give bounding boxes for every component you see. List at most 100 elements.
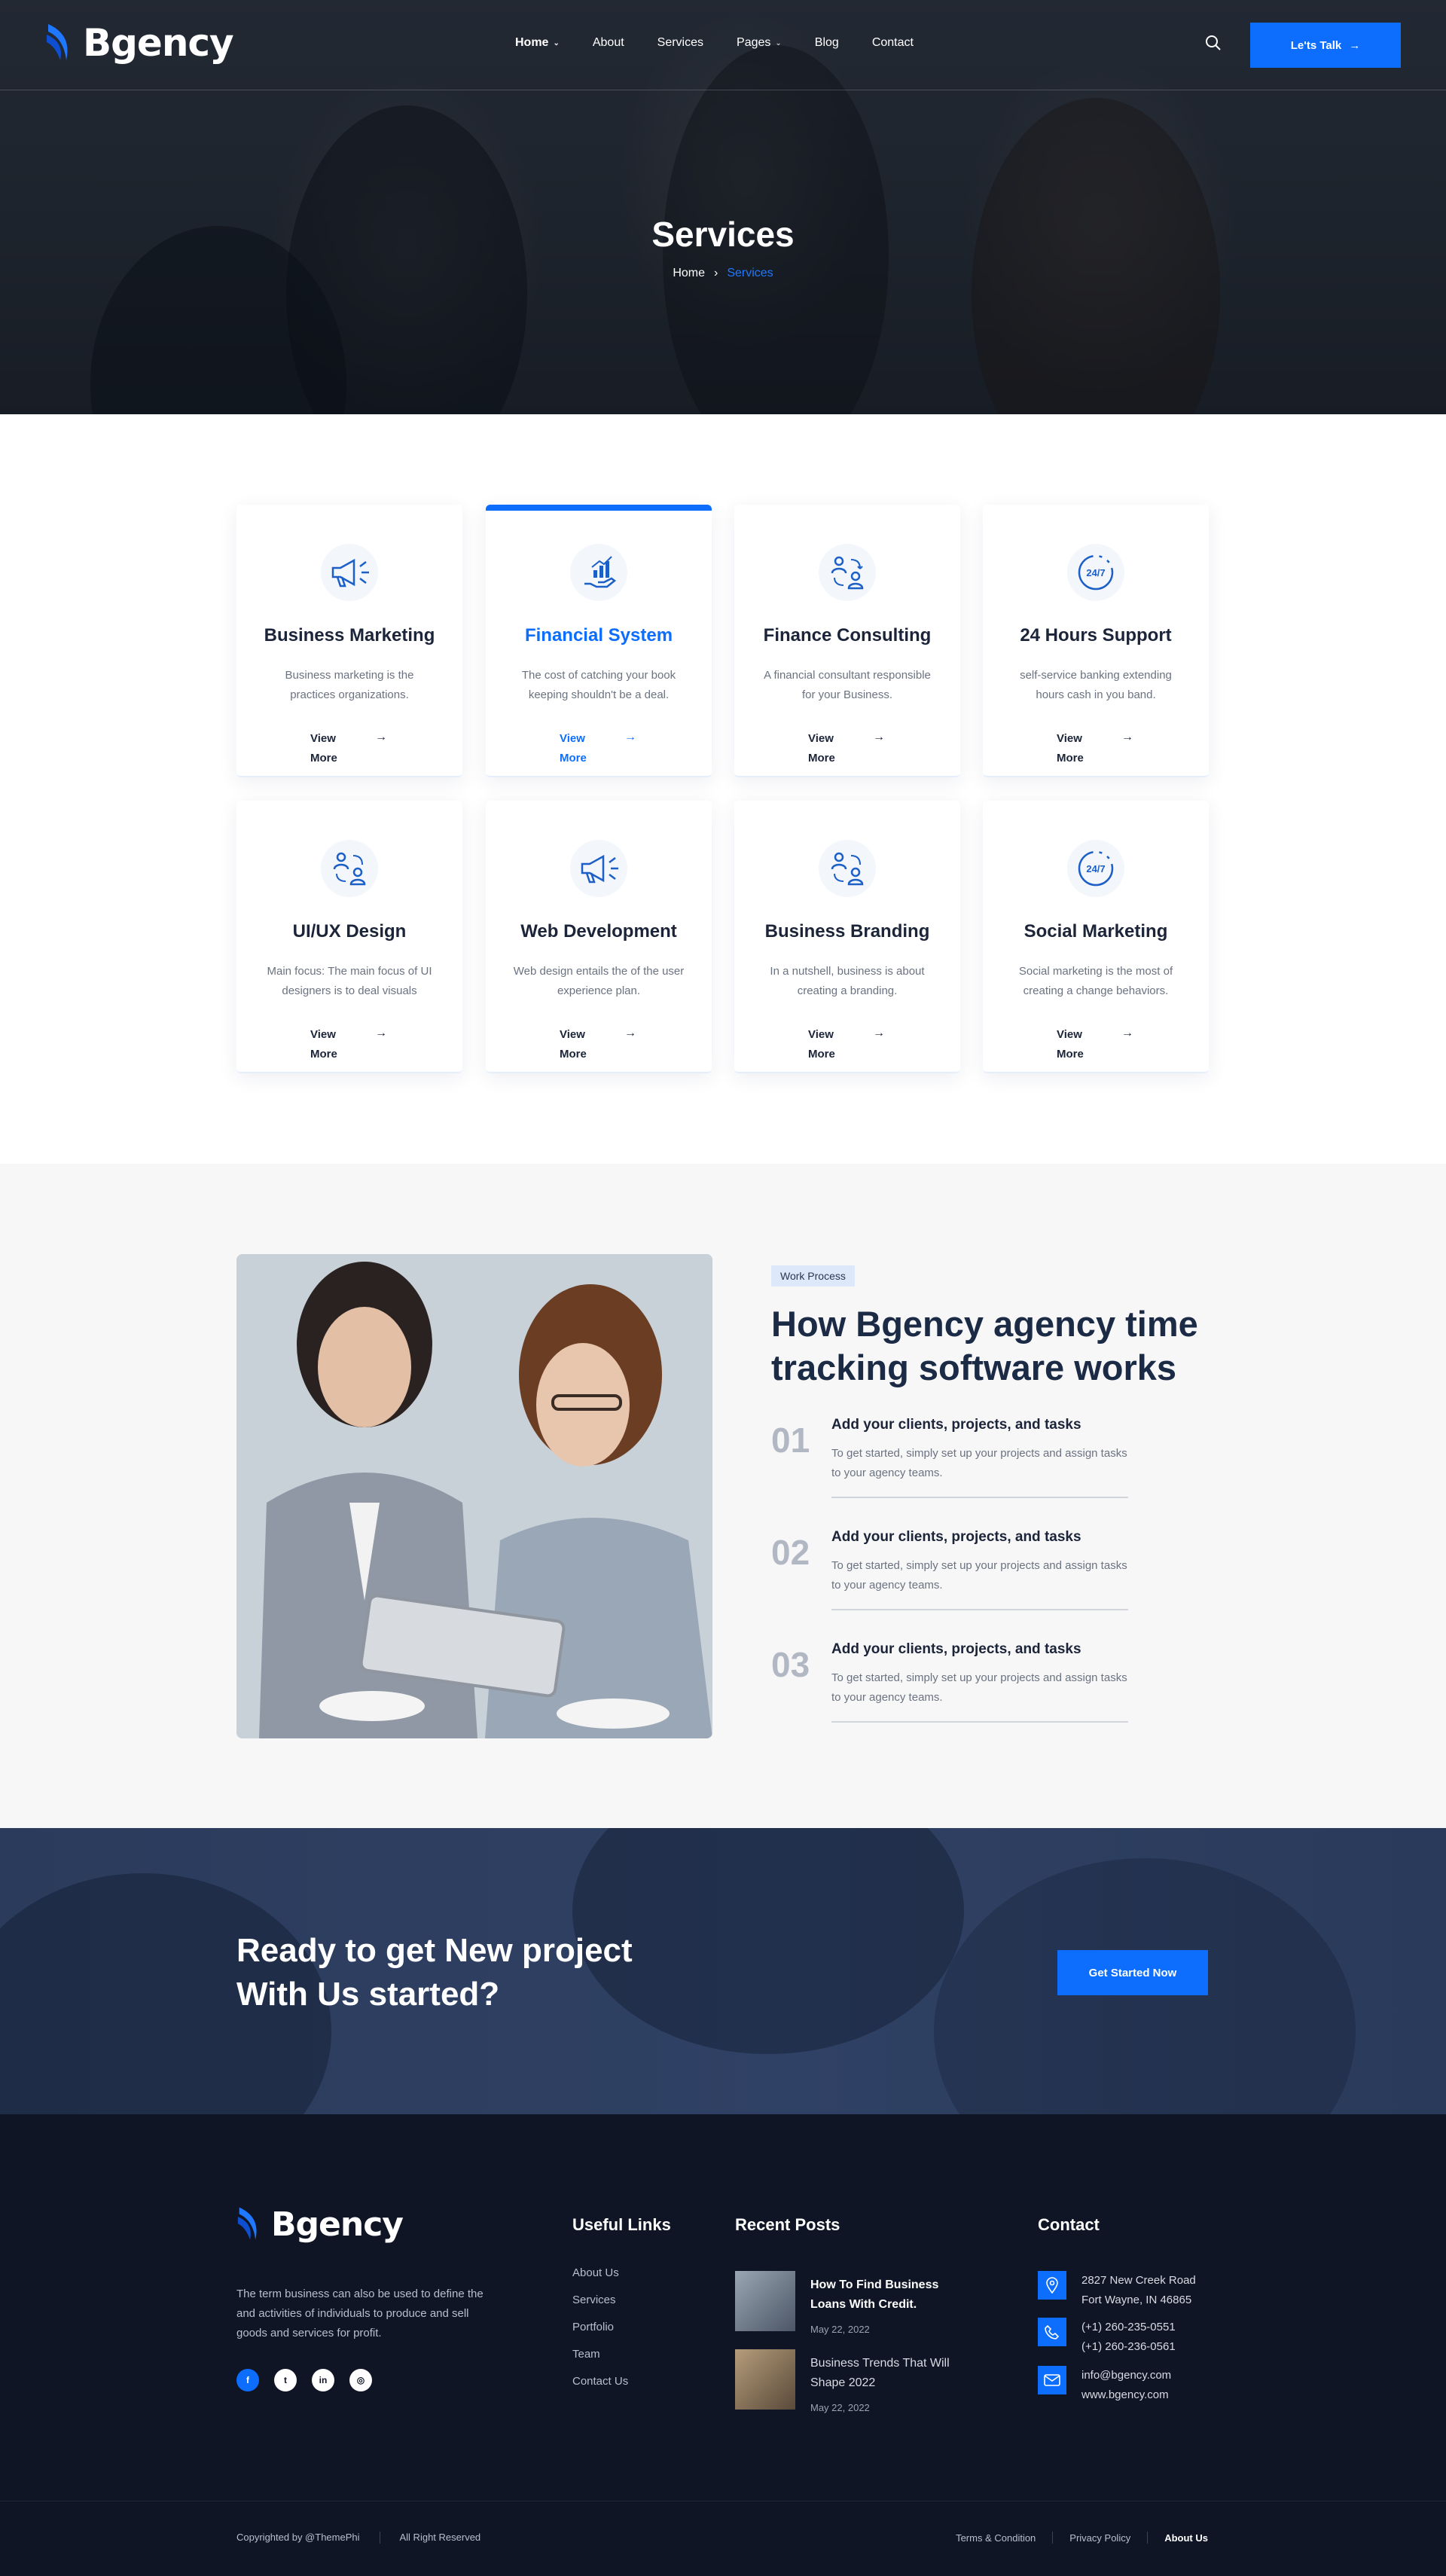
main-nav: Home ⌄ About Services Pages ⌄ Blog Contact xyxy=(515,36,947,50)
service-card[interactable]: 24/7 Social Marketing Social marketing i… xyxy=(983,801,1209,1073)
arrow-right-icon[interactable]: → xyxy=(375,1027,387,1040)
growth-chart-hand-icon xyxy=(570,544,627,601)
service-desc: Web design entails the of the user exper… xyxy=(513,965,685,997)
support-24-7-icon: 24/7 xyxy=(1067,544,1124,601)
nav-pages[interactable]: Pages ⌄ xyxy=(737,36,782,50)
nav-about[interactable]: About xyxy=(593,36,624,50)
step-desc: To get started, simply set up your proje… xyxy=(831,1671,1127,1704)
terms-link[interactable]: Terms & Condition xyxy=(956,2532,1036,2544)
view-more-link[interactable]: View More xyxy=(808,1025,838,1064)
view-more-link[interactable]: View More xyxy=(1057,1025,1087,1064)
breadcrumb-current: Services xyxy=(727,267,773,279)
work-process-section: Work Process How Bgency agency time trac… xyxy=(0,1164,1446,1828)
breadcrumb-home[interactable]: Home xyxy=(673,267,705,280)
divider xyxy=(1147,2532,1149,2544)
recent-posts-title: Recent Posts xyxy=(735,2215,840,2234)
view-more-link[interactable]: View More xyxy=(560,729,590,768)
arrow-right-icon[interactable]: → xyxy=(1121,1027,1133,1040)
arrow-right-icon[interactable]: → xyxy=(873,731,885,744)
arrow-right-icon[interactable]: → xyxy=(624,731,636,744)
consulting-people-icon xyxy=(321,840,378,897)
facebook-icon[interactable]: f xyxy=(236,2369,259,2391)
footer-bottom-bar: Copyrighted by @ThemePhi All Right Reser… xyxy=(0,2501,1446,2576)
step-number: 03 xyxy=(771,1645,810,1684)
nav-label: Services xyxy=(657,36,704,49)
step-divider xyxy=(831,1721,1128,1723)
service-desc: Business marketing is the practices orga… xyxy=(285,669,414,701)
social-links: f t in ◎ xyxy=(236,2369,372,2391)
view-more-link[interactable]: View More xyxy=(310,729,340,768)
nav-contact[interactable]: Contact xyxy=(872,36,914,50)
twitter-icon[interactable]: t xyxy=(274,2369,297,2391)
useful-links-list: About Us Services Portfolio Team Contact… xyxy=(572,2266,628,2402)
footer-logo[interactable]: Bgency xyxy=(236,2205,404,2244)
service-card[interactable]: 24/7 24 Hours Support self-service banki… xyxy=(983,505,1209,777)
work-process-tag: Work Process xyxy=(771,1265,855,1286)
step-number: 01 xyxy=(771,1421,810,1460)
contact-email: info@bgency.com www.bgency.com xyxy=(1038,2366,1171,2405)
about-us-link[interactable]: About Us xyxy=(1164,2532,1208,2544)
get-started-button[interactable]: Get Started Now xyxy=(1057,1950,1208,1995)
step-desc: To get started, simply set up your proje… xyxy=(831,1559,1127,1592)
nav-home[interactable]: Home ⌄ xyxy=(515,36,560,50)
lets-talk-label: Le'ts Talk xyxy=(1290,38,1342,52)
service-card[interactable]: Business Marketing Business marketing is… xyxy=(236,505,462,777)
process-step: 01 Add your clients, projects, and tasks… xyxy=(771,1417,1133,1528)
contact-title: Contact xyxy=(1038,2215,1100,2234)
arrow-right-icon[interactable]: → xyxy=(1121,731,1133,744)
service-title: Business Branding xyxy=(764,921,930,942)
copyright-text: Copyrighted by @ThemePhi xyxy=(236,2532,360,2543)
service-card[interactable]: Web Development Web design entails the o… xyxy=(486,801,712,1073)
service-title: Business Marketing xyxy=(264,625,435,646)
step-title: Add your clients, projects, and tasks xyxy=(831,1417,1081,1433)
site-logo[interactable]: Bgency xyxy=(45,21,234,65)
service-title: Financial System xyxy=(524,625,673,646)
footer-link-services[interactable]: Services xyxy=(572,2294,616,2306)
service-card[interactable]: Business Branding In a nutshell, busines… xyxy=(734,801,960,1073)
service-card-featured[interactable]: Financial System The cost of catching yo… xyxy=(486,505,712,777)
footer-link-about-us[interactable]: About Us xyxy=(572,2266,619,2279)
useful-links-title: Useful Links xyxy=(572,2215,671,2234)
service-desc: self-service banking extending hours cas… xyxy=(1020,669,1172,701)
website-url[interactable]: www.bgency.com xyxy=(1081,2385,1171,2405)
nav-blog[interactable]: Blog xyxy=(815,36,839,50)
search-icon[interactable] xyxy=(1203,33,1223,53)
support-24-7-icon: 24/7 xyxy=(1067,840,1124,897)
arrow-right-icon[interactable]: → xyxy=(873,1027,885,1040)
phone-number[interactable]: (+1) 260-235-0551 xyxy=(1081,2318,1176,2337)
breadcrumb-separator-icon: › xyxy=(714,267,718,279)
post-title[interactable]: Business Trends That Will Shape 2022 xyxy=(810,2354,969,2393)
megaphone-icon xyxy=(570,840,627,897)
instagram-icon[interactable]: ◎ xyxy=(349,2369,372,2391)
nav-label: About xyxy=(592,36,624,49)
footer-link-portfolio[interactable]: Portfolio xyxy=(572,2321,614,2333)
post-title[interactable]: How To Find Business Loans With Credit. xyxy=(810,2275,969,2315)
phone-number[interactable]: (+1) 260-236-0561 xyxy=(1081,2337,1176,2357)
lets-talk-button[interactable]: Le'ts Talk → xyxy=(1250,23,1401,68)
footer-link-contact-us[interactable]: Contact Us xyxy=(572,2375,628,2388)
service-card[interactable]: UI/UX Design Main focus: The main focus … xyxy=(236,801,462,1073)
service-title: Social Marketing xyxy=(1023,921,1168,942)
arrow-right-icon[interactable]: → xyxy=(624,1027,636,1040)
view-more-link[interactable]: View More xyxy=(808,729,838,768)
divider xyxy=(1052,2532,1054,2544)
address-line: Fort Wayne, IN 46865 xyxy=(1081,2294,1192,2306)
view-more-link[interactable]: View More xyxy=(1057,729,1087,768)
view-more-link[interactable]: View More xyxy=(310,1025,340,1064)
privacy-link[interactable]: Privacy Policy xyxy=(1069,2532,1130,2544)
post-date: May 22, 2022 xyxy=(810,2402,870,2413)
arrow-right-icon[interactable]: → xyxy=(375,731,387,744)
service-card[interactable]: Finance Consulting A financial consultan… xyxy=(734,505,960,777)
site-header: Bgency Home ⌄ About Services Pages ⌄ Blog … xyxy=(0,0,1446,90)
chevron-down-icon: ⌄ xyxy=(553,38,560,47)
recent-post[interactable]: Business Trends That Will Shape 2022 May… xyxy=(735,2349,984,2413)
footer-link-team[interactable]: Team xyxy=(572,2348,600,2361)
nav-services[interactable]: Services xyxy=(657,36,703,50)
address-line: 2827 New Creek Road xyxy=(1081,2274,1196,2287)
view-more-link[interactable]: View More xyxy=(560,1025,590,1064)
service-desc: Main focus: The main focus of UI designe… xyxy=(267,965,432,997)
linkedin-icon[interactable]: in xyxy=(312,2369,334,2391)
post-thumbnail xyxy=(735,2349,795,2410)
recent-post[interactable]: How To Find Business Loans With Credit. … xyxy=(735,2271,984,2335)
email-address[interactable]: info@bgency.com xyxy=(1081,2366,1171,2385)
